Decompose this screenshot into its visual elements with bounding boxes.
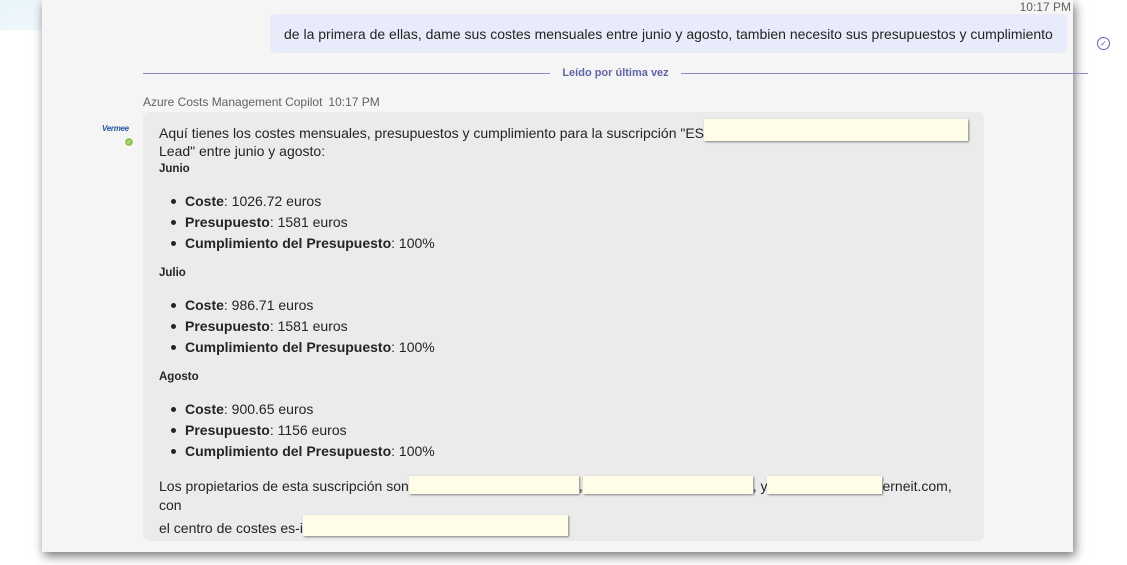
list-item: Coste: 986.71 euros [171,295,968,316]
item-label: Cumplimiento del Presupuesto [185,339,392,355]
section-list-julio: Coste: 986.71 euros Presupuesto: 1581 eu… [159,295,968,358]
item-value: : 1026.72 euros [223,193,322,209]
redacted-block [767,476,883,494]
available-status-icon: ✓ [124,137,134,147]
divider-line-left [143,72,551,74]
item-value: : 986.71 euros [223,297,314,313]
bot-intro-text: Aquí tienes los costes mensuales, presup… [159,119,969,159]
owners-start: Los propietarios de esta suscripción son [159,478,409,494]
section-list-junio: Coste: 1026.72 euros Presupuesto: 1581 e… [159,191,968,254]
intro-start: Aquí tienes los costes mensuales, presup… [159,125,705,141]
item-label: Presupuesto [185,422,270,438]
last-read-divider: Leído por última vez [143,66,1089,80]
list-item: Presupuesto: 1581 euros [171,212,968,233]
list-item: Presupuesto: 1156 euros [171,420,968,441]
section-list-agosto: Coste: 900.65 euros Presupuesto: 1156 eu… [159,399,968,462]
user-message-bubble[interactable]: de la primera de ellas, dame sus costes … [270,14,1067,53]
item-value: : 100% [391,339,435,355]
owners-text: Los propietarios de esta suscripción son… [159,476,968,538]
list-item: Cumplimiento del Presupuesto: 100% [171,441,968,462]
item-value: : 1581 euros [269,214,348,230]
bot-message-bubble[interactable]: Aquí tienes los costes mensuales, presup… [143,112,984,541]
user-message-text: de la primera de ellas, dame sus costes … [284,25,1053,42]
redacted-block [582,476,753,494]
redacted-block [704,119,969,141]
item-label: Coste [185,297,224,313]
bot-sender-header: Azure Costs Management Copilot 10:17 PM [143,95,380,109]
read-receipt-icon: ✓ [1097,37,1110,50]
item-label: Presupuesto [185,214,270,230]
list-item: Cumplimiento del Presupuesto: 100% [171,233,968,254]
item-value: : 1581 euros [269,318,348,334]
item-value: : 1156 euros [269,422,347,438]
list-item: Coste: 900.65 euros [171,399,968,420]
item-label: Coste [185,193,224,209]
last-read-label: Leído por última vez [562,67,669,79]
item-label: Coste [185,401,224,417]
chat-window: 10:17 PM de la primera de ellas, dame su… [42,0,1110,552]
owners-sep: , y [752,478,768,494]
divider-line-right [680,72,1089,74]
redacted-block [408,476,579,494]
section-title-julio: Julio [159,267,186,279]
list-item: Presupuesto: 1581 euros [171,316,968,337]
section-title-junio: Junio [159,163,190,175]
item-label: Cumplimiento del Presupuesto [185,443,392,459]
bot-avatar[interactable]: Vermee [102,124,129,136]
item-label: Cumplimiento del Presupuesto [185,235,392,251]
intro-end: Lead" entre junio y agosto: [159,143,326,159]
list-item: Cumplimiento del Presupuesto: 100% [171,337,968,358]
bot-message-time: 10:17 PM [328,95,380,109]
section-title-agosto: Agosto [159,371,199,383]
bot-sender-name[interactable]: Azure Costs Management Copilot [143,95,322,109]
item-value: : 100% [391,443,435,459]
message-timestamp: 10:17 PM [1019,0,1071,14]
item-value: : 900.65 euros [223,401,314,417]
item-label: Presupuesto [185,318,270,334]
list-item: Coste: 1026.72 euros [171,191,968,212]
owners-end: el centro de costes es-i [159,520,303,536]
redacted-block [302,515,568,536]
item-value: : 100% [391,235,435,251]
